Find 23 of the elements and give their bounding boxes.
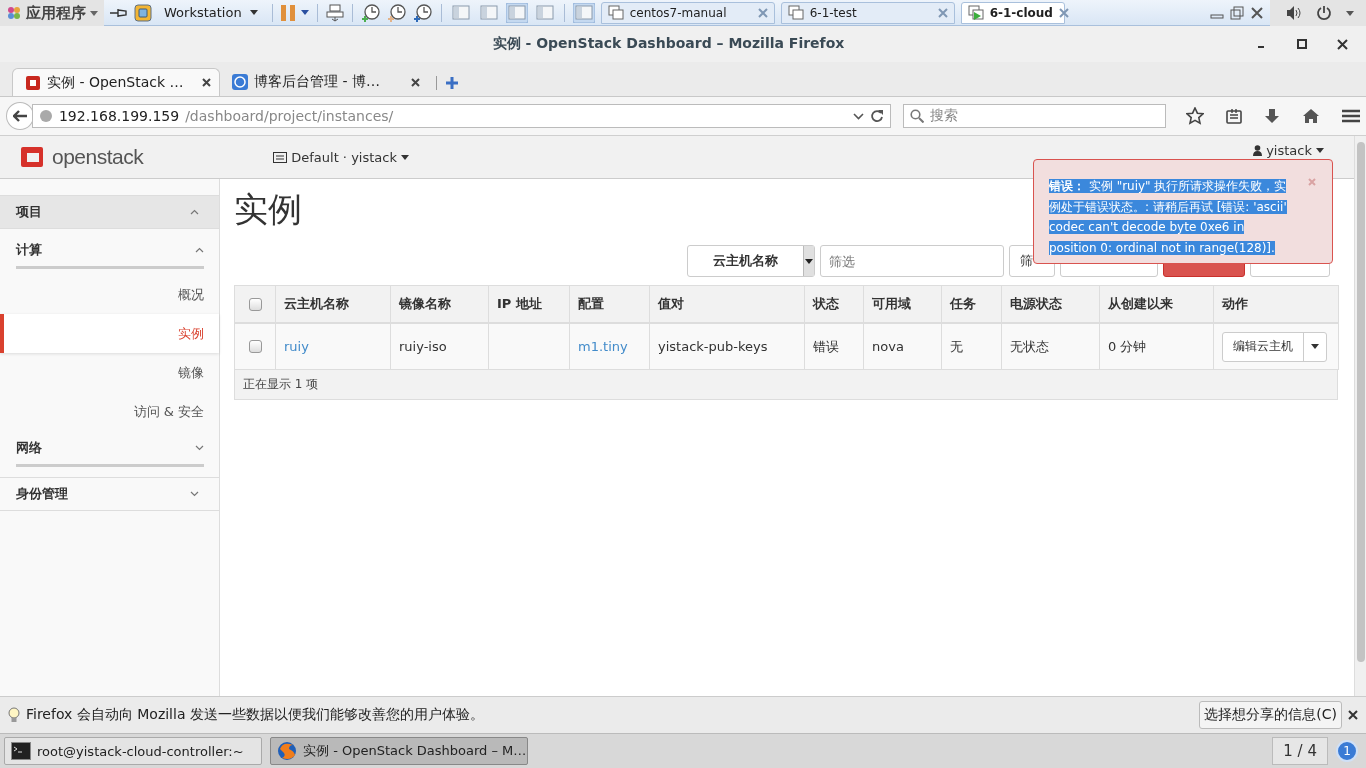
column-header: 云主机名称 (275, 285, 391, 323)
table-cell: ruiy-iso (390, 323, 489, 370)
column-header: 电源状态 (1001, 285, 1100, 323)
table-cell: 0 分钟 (1099, 323, 1214, 370)
column-header: 任务 (941, 285, 1002, 323)
notification-message: Firefox 会自动向 Mozilla 发送一些数据以便我们能够改善您的用户体验。 (26, 706, 485, 724)
page-title: 实例 (234, 188, 302, 231)
table-cell: 错误 (804, 323, 864, 370)
column-header: 镜像名称 (390, 285, 489, 323)
table-cell: 无状态 (1001, 323, 1100, 370)
column-header: 动作 (1213, 285, 1339, 323)
column-header: 配置 (569, 285, 650, 323)
table-cell: nova (863, 323, 942, 370)
table-cell: yistack-pub-keys (649, 323, 805, 370)
table-footer: 正在显示 1 项 (234, 370, 1338, 400)
column-header: 从创建以来 (1099, 285, 1214, 323)
alert-message: 错误： 实例 "ruiy" 执行所请求操作失败，实例处于错误状态。: 请稍后再试 [错误: 'ascii' codec can't decode byte 0xe6 in position 0: ordinal not in range(128)]. (1049, 178, 1288, 257)
table-cell: 无 (941, 323, 1002, 370)
column-header: 状态 (804, 285, 864, 323)
window-title: 实例 - OpenStack Dashboard – Mozilla Firefox (491, 35, 846, 53)
column-header: IP 地址 (488, 285, 570, 323)
column-header: 可用域 (863, 285, 942, 323)
column-header: 值对 (649, 285, 805, 323)
